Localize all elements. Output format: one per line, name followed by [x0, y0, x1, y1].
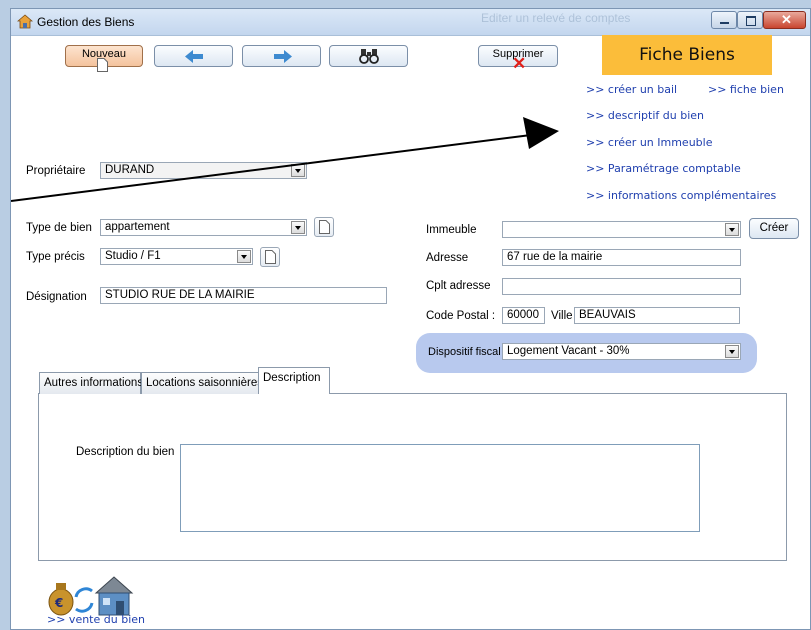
annotation-arrow [11, 117, 559, 202]
tab-label: Description [263, 372, 321, 384]
tab-description[interactable]: Description [258, 367, 330, 394]
app-window: Gestion des Biens Editer un relevé de co… [10, 8, 811, 630]
